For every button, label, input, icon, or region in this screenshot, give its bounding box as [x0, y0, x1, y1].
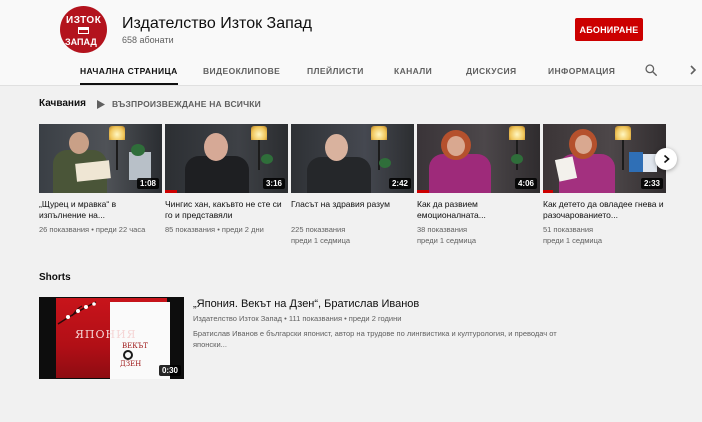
short-description: Братислав Иванов е български японист, ав…	[193, 329, 557, 349]
video-views: 85 показвания	[165, 225, 216, 234]
video-duration: 2:33	[640, 178, 663, 189]
video-thumbnail[interactable]: 4:06	[417, 124, 540, 193]
play-all-label: ВЪЗПРОИЗВЕЖДАНЕ НА ВСИЧКИ	[112, 99, 261, 109]
book-zen: ДЗЕН	[120, 360, 142, 368]
video-title[interactable]: Как да развием емоционалната...	[417, 199, 540, 221]
video-duration: 1:08	[136, 178, 159, 189]
tab-about[interactable]: ИНФОРМАЦИЯ	[548, 57, 615, 85]
branch-illustration	[57, 301, 97, 325]
shorts-section-title: Shorts	[39, 272, 71, 283]
video-views: 26 показвания	[39, 225, 90, 234]
video-duration: 3:16	[262, 178, 285, 189]
channel-name: Издателство Изток Запад	[122, 15, 312, 32]
video-duration: 2:42	[388, 178, 411, 189]
watch-progress-bar	[543, 190, 553, 193]
video-card[interactable]: 2:33 Как детето да овладее гнева и разоч…	[543, 124, 666, 246]
video-title[interactable]: „Щурец и мравка“ в изпълнение на...	[39, 199, 162, 221]
video-views: 225 показвания	[291, 225, 346, 234]
video-card[interactable]: 2:42 Гласът на здравия разум 225 показва…	[291, 124, 414, 246]
chevron-right-icon[interactable]	[688, 64, 698, 76]
video-card[interactable]: 1:08 „Щурец и мравка“ в изпълнение на...…	[39, 124, 162, 235]
tab-videos[interactable]: ВИДЕОКЛИПОВЕ	[203, 57, 280, 85]
watch-progress-bar	[165, 190, 178, 193]
video-thumbnail[interactable]: 2:33	[543, 124, 666, 193]
watch-progress-bar	[417, 190, 430, 193]
tab-playlists[interactable]: ПЛЕЙЛИСТИ	[307, 57, 364, 85]
video-views: 38 показвания	[417, 225, 468, 234]
channel-tabs: НАЧАЛНА СТРАНИЦА ВИДЕОКЛИПОВЕ ПЛЕЙЛИСТИ …	[0, 57, 702, 85]
video-title[interactable]: Гласът на здравия разум	[291, 199, 414, 221]
video-duration: 4:06	[514, 178, 537, 189]
video-thumbnail[interactable]: 3:16	[165, 124, 288, 193]
tab-home[interactable]: НАЧАЛНА СТРАНИЦА	[80, 57, 178, 85]
video-date: преди 1 седмица	[543, 236, 603, 245]
channel-header: ИЗТОК ЗАПАД Издателство Изток Запад 658 …	[0, 0, 702, 85]
tab-channels[interactable]: КАНАЛИ	[394, 57, 432, 85]
video-title[interactable]: Как детето да овладее гнева и разочарова…	[543, 199, 666, 221]
subscribe-button[interactable]: АБОНИРАНЕ	[575, 18, 643, 41]
play-all-button[interactable]: ВЪЗПРОИЗВЕЖДАНЕ НА ВСИЧКИ	[97, 98, 261, 110]
header-divider	[0, 85, 702, 86]
video-date: преди 22 часа	[95, 225, 146, 234]
search-icon[interactable]	[644, 63, 658, 77]
video-card[interactable]: 4:06 Как да развием емоционалната... 38 …	[417, 124, 540, 246]
book-title: ЯПОНИЯ	[75, 328, 137, 341]
carousel-next-button[interactable]	[655, 148, 677, 170]
video-date: преди 1 седмица	[291, 236, 351, 245]
logo-text-bottom: ЗАПАД	[65, 37, 97, 47]
short-meta: Издателство Изток Запад • 111 показвания…	[193, 314, 402, 323]
video-title[interactable]: Чингис хан, какъвто не сте си го и предс…	[165, 199, 288, 221]
subscriber-count: 658 абонати	[122, 35, 174, 45]
short-title[interactable]: „Япония. Векът на Дзен“, Братислав Ивано…	[193, 298, 419, 310]
tab-discussion[interactable]: ДИСКУСИЯ	[466, 57, 517, 85]
video-meta: 51 показвания преди 1 седмица	[543, 224, 666, 246]
short-duration: 0:30	[158, 365, 181, 376]
video-meta: 38 показвания преди 1 седмица	[417, 224, 540, 246]
logo-text-top: ИЗТОК	[66, 15, 102, 26]
book-cover: ЯПОНИЯ ВЕКЪТ ДЗЕН	[56, 298, 170, 379]
video-card[interactable]: 3:16 Чингис хан, какъвто не сте си го и …	[165, 124, 288, 235]
video-thumbnail[interactable]: 2:42	[291, 124, 414, 193]
enso-icon	[123, 350, 133, 360]
video-date: преди 2 дни	[221, 225, 264, 234]
uploads-section-title: Качвания	[39, 98, 86, 109]
short-thumbnail[interactable]: ЯПОНИЯ ВЕКЪТ ДЗЕН 0:30	[39, 297, 184, 379]
video-meta: 26 показвания • преди 22 часа	[39, 224, 162, 235]
video-date: преди 1 седмица	[417, 236, 477, 245]
channel-avatar[interactable]: ИЗТОК ЗАПАД	[60, 6, 107, 53]
video-thumbnail[interactable]: 1:08	[39, 124, 162, 193]
book-subtitle: ВЕКЪТ	[122, 342, 148, 350]
video-views: 51 показвания	[543, 225, 594, 234]
video-meta: 225 показвания преди 1 седмица	[291, 224, 414, 246]
play-icon	[97, 99, 105, 109]
chevron-right-icon	[663, 154, 670, 164]
logo-mark-icon	[78, 27, 89, 34]
video-meta: 85 показвания • преди 2 дни	[165, 224, 288, 235]
